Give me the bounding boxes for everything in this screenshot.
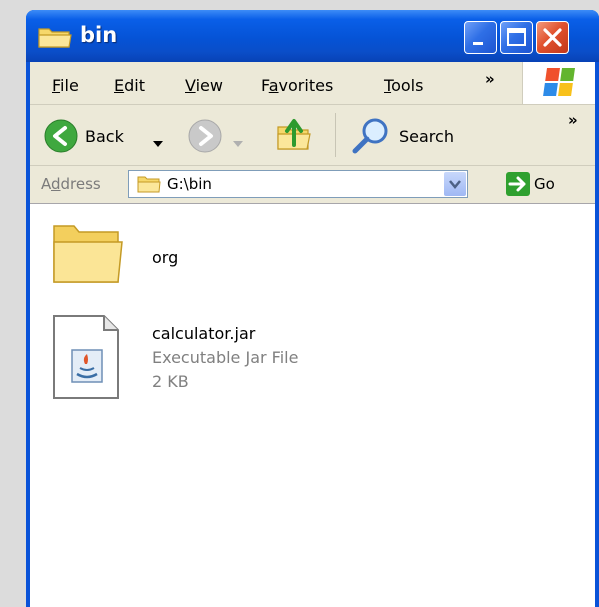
toolbar-overflow-chevron-icon[interactable]: » xyxy=(568,111,578,129)
title-bar[interactable]: bin xyxy=(26,10,599,62)
menu-tools[interactable]: Tools xyxy=(384,76,423,95)
search-icon[interactable] xyxy=(350,115,392,161)
explorer-window: bin File Edit View Favorites Tools » Bac… xyxy=(26,10,599,607)
close-button[interactable] xyxy=(536,21,569,54)
address-input[interactable]: G:\bin xyxy=(128,170,468,198)
back-arrow-icon[interactable] xyxy=(44,119,78,157)
address-label: Address xyxy=(41,175,101,193)
address-path: G:\bin xyxy=(167,175,212,193)
file-item-org[interactable]: org xyxy=(48,216,288,294)
minimize-button[interactable] xyxy=(464,21,497,54)
jar-file-icon xyxy=(52,314,122,404)
address-bar: Address G:\bin Go xyxy=(30,166,595,204)
menu-edit[interactable]: Edit xyxy=(114,76,145,95)
menu-view[interactable]: View xyxy=(185,76,223,95)
file-size: 2 KB xyxy=(152,372,189,391)
search-button-label[interactable]: Search xyxy=(399,127,454,146)
file-list-pane: org calculator.jar Executable Jar File 2… xyxy=(30,204,595,607)
minimize-icon xyxy=(473,42,483,45)
go-button-label[interactable]: Go xyxy=(534,175,555,193)
folder-icon xyxy=(38,26,72,52)
folder-icon xyxy=(137,175,161,197)
close-icon xyxy=(543,28,562,47)
menu-favorites[interactable]: Favorites xyxy=(261,76,333,95)
file-name: calculator.jar xyxy=(152,324,256,343)
go-arrow-icon[interactable] xyxy=(506,172,530,200)
chevron-down-icon xyxy=(449,180,461,189)
menu-overflow-chevron-icon[interactable]: » xyxy=(485,70,495,88)
toolbar-separator xyxy=(335,113,336,157)
maximize-icon xyxy=(508,29,525,33)
menu-bar: File Edit View Favorites Tools » xyxy=(30,62,595,105)
file-name: org xyxy=(152,248,179,267)
file-item-calculator-jar[interactable]: calculator.jar Executable Jar File 2 KB xyxy=(48,314,368,414)
address-dropdown-button[interactable] xyxy=(444,172,466,196)
windows-logo xyxy=(522,62,595,104)
window-title: bin xyxy=(80,23,118,47)
up-folder-icon[interactable] xyxy=(274,115,314,159)
menu-file[interactable]: File xyxy=(52,76,79,95)
file-type: Executable Jar File xyxy=(152,348,299,367)
back-dropdown-icon[interactable] xyxy=(153,133,163,152)
maximize-button[interactable] xyxy=(500,21,533,54)
standard-toolbar: Back Search » xyxy=(30,105,595,166)
forward-dropdown-icon[interactable] xyxy=(233,133,243,152)
window-client: File Edit View Favorites Tools » Back Se… xyxy=(30,62,595,607)
folder-icon xyxy=(48,216,124,290)
back-button-label[interactable]: Back xyxy=(85,127,124,146)
forward-arrow-icon[interactable] xyxy=(188,119,222,157)
